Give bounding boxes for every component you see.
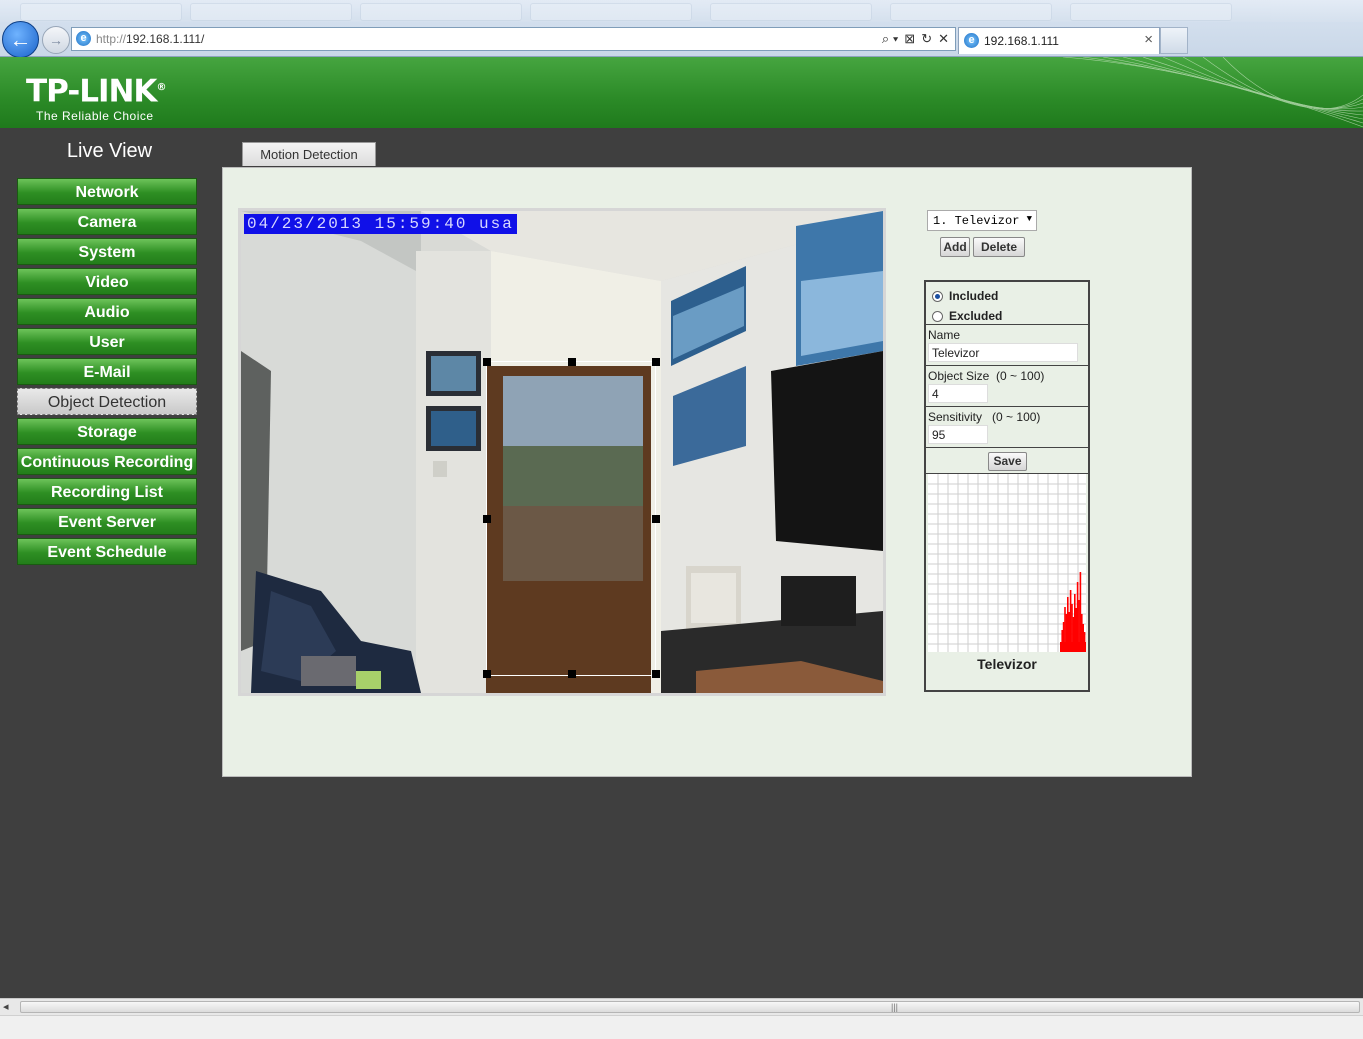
object-size-label: Object Size (0 ~ 100)	[928, 369, 1045, 383]
resize-handle[interactable]	[652, 515, 660, 523]
included-label: Included	[949, 289, 999, 303]
search-icon[interactable]: ⌕ ▾	[882, 31, 898, 47]
background-tab[interactable]	[20, 3, 182, 21]
sidebar-item-recording-list[interactable]: Recording List	[17, 478, 197, 505]
scroll-left-icon[interactable]: ◂	[3, 1000, 9, 1013]
live-view-link[interactable]: Live View	[17, 140, 202, 163]
resize-handle[interactable]	[652, 358, 660, 366]
back-button[interactable]: ←	[2, 21, 39, 58]
sidebar-item-event-schedule[interactable]: Event Schedule	[17, 538, 197, 565]
save-button[interactable]: Save	[988, 452, 1027, 471]
horizontal-scrollbar[interactable]: ◂ |||	[0, 998, 1363, 1016]
name-input[interactable]: Televizor	[928, 343, 1078, 362]
sensitivity-label: Sensitivity (0 ~ 100)	[928, 410, 1041, 424]
excluded-radio[interactable]	[932, 310, 943, 322]
divider	[926, 365, 1088, 366]
sidebar-item-network[interactable]: Network	[17, 178, 197, 205]
zone-settings-panel: Included Excluded Name Televizor Object …	[924, 280, 1090, 692]
forward-arrow-icon: →	[49, 32, 63, 48]
excluded-option[interactable]: Excluded	[932, 309, 1002, 323]
new-tab-button[interactable]	[1160, 27, 1188, 54]
sidebar-item-camera[interactable]: Camera	[17, 208, 197, 235]
logo-tagline: The Reliable Choice	[36, 109, 154, 124]
sidebar-item-audio[interactable]: Audio	[17, 298, 197, 325]
ie-page-icon: e	[76, 31, 91, 46]
page-header: TP-LINK® The Reliable Choice	[0, 57, 1363, 128]
background-tab[interactable]	[1070, 3, 1232, 21]
excluded-label: Excluded	[949, 309, 1003, 323]
address-url[interactable]: http://192.168.1.111/	[96, 32, 204, 46]
back-arrow-icon: ←	[9, 26, 32, 52]
refresh-icon[interactable]: ↻	[921, 31, 932, 47]
sidebar-item-video[interactable]: Video	[17, 268, 197, 295]
divider	[926, 406, 1088, 407]
background-tab[interactable]	[530, 3, 692, 21]
resize-handle[interactable]	[652, 670, 660, 678]
compatibility-view-icon[interactable]: ⊠	[904, 31, 915, 47]
sidebar-item-storage[interactable]: Storage	[17, 418, 197, 445]
resize-handle[interactable]	[568, 670, 576, 678]
included-option[interactable]: Included	[932, 289, 998, 303]
scrollbar-thumb[interactable]: |||	[20, 1001, 1360, 1013]
active-browser-tab[interactable]: e 192.168.1.111 ×	[958, 27, 1160, 54]
zone-select[interactable]: 1. Televizor ▼	[927, 210, 1037, 231]
delete-zone-button[interactable]: Delete	[973, 237, 1025, 257]
object-size-input[interactable]: 4	[928, 384, 988, 403]
add-zone-button[interactable]: Add	[940, 237, 970, 257]
status-bar	[0, 1015, 1363, 1039]
divider	[926, 324, 1088, 325]
header-swoosh-decoration	[1063, 57, 1363, 128]
sensitivity-input[interactable]: 95	[928, 425, 988, 444]
tab-close-icon[interactable]: ×	[1144, 31, 1153, 48]
sidebar-item-object-detection[interactable]: Object Detection	[17, 388, 197, 415]
sidebar-item-event-server[interactable]: Event Server	[17, 508, 197, 535]
graph-caption: Televizor	[977, 656, 1037, 672]
background-tab[interactable]	[190, 3, 352, 21]
address-bar[interactable]: e http://192.168.1.111/ ⌕ ▾ ⊠ ↻ ✕	[71, 27, 956, 51]
chevron-down-icon: ▼	[1026, 214, 1032, 224]
scrollbar-grip-icon: |||	[891, 1002, 899, 1012]
sidebar-item-email[interactable]: E-Mail	[17, 358, 197, 385]
sidebar-menu: Network Camera System Video Audio User E…	[17, 178, 197, 568]
resize-handle[interactable]	[568, 358, 576, 366]
browser-chrome: ← → e http://192.168.1.111/ ⌕ ▾ ⊠ ↻ ✕ e …	[0, 0, 1363, 58]
video-timestamp-osd: 04/23/2013 15:59:40 usa	[244, 214, 517, 234]
camera-video-feed[interactable]: 04/23/2013 15:59:40 usa	[238, 208, 886, 696]
tab-motion-detection[interactable]: Motion Detection	[242, 142, 376, 166]
zone-select-value: 1. Televizor	[933, 214, 1020, 228]
forward-button[interactable]: →	[42, 26, 70, 54]
sidebar-item-continuous-recording[interactable]: Continuous Recording	[17, 448, 197, 475]
divider	[926, 447, 1088, 448]
motion-level-bar	[1060, 642, 1086, 652]
address-toolbar: ⌕ ▾ ⊠ ↻ ✕	[882, 31, 949, 47]
ie-page-icon: e	[964, 33, 979, 48]
sidebar-item-user[interactable]: User	[17, 328, 197, 355]
resize-handle[interactable]	[483, 515, 491, 523]
stop-icon[interactable]: ✕	[938, 31, 949, 47]
motion-level-svg	[928, 474, 1086, 652]
motion-level-bar	[1076, 582, 1079, 652]
background-tab-strip	[0, 0, 1363, 22]
background-tab[interactable]	[890, 3, 1052, 21]
sidebar-item-system[interactable]: System	[17, 238, 197, 265]
motion-level-bar	[1079, 572, 1082, 652]
tab-title: 192.168.1.111	[984, 34, 1059, 48]
resize-handle[interactable]	[483, 670, 491, 678]
motion-level-graph	[928, 474, 1086, 652]
included-radio[interactable]	[932, 290, 943, 302]
name-label: Name	[928, 328, 961, 342]
resize-handle[interactable]	[483, 358, 491, 366]
background-tab[interactable]	[360, 3, 522, 21]
tp-link-logo: TP-LINK® The Reliable Choice	[26, 73, 166, 124]
detection-region-box[interactable]	[483, 358, 660, 678]
background-tab[interactable]	[710, 3, 872, 21]
